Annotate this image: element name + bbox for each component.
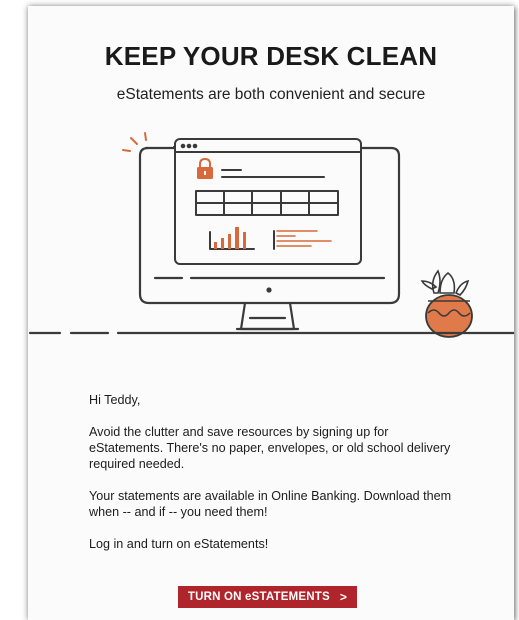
page-title: KEEP YOUR DESK CLEAN [104,41,438,71]
potted-plant-icon [420,269,473,338]
desk-illustration [28,132,514,338]
body-paragraph-3: Log in and turn on eStatements! [89,537,269,551]
turn-on-estatements-button[interactable]: TURN ON eSTATEMENTS > [178,586,357,608]
message-body: Hi Teddy, Avoid the clutter and save res… [89,392,459,568]
page-subtitle: eStatements are both convenient and secu… [116,86,426,103]
browser-window [174,138,362,265]
email-card: KEEP YOUR DESK CLEAN eStatements are bot… [28,6,514,620]
page-background: KEEP YOUR DESK CLEAN eStatements are bot… [0,0,519,620]
greeting: Hi Teddy, [89,393,141,407]
body-paragraph-1: Avoid the clutter and save resources by … [89,425,451,471]
chevron-right-icon: > [339,590,348,604]
body-paragraph-2: Your statements are available in Online … [89,489,452,519]
cta-label: TURN ON eSTATEMENTS [187,591,330,603]
